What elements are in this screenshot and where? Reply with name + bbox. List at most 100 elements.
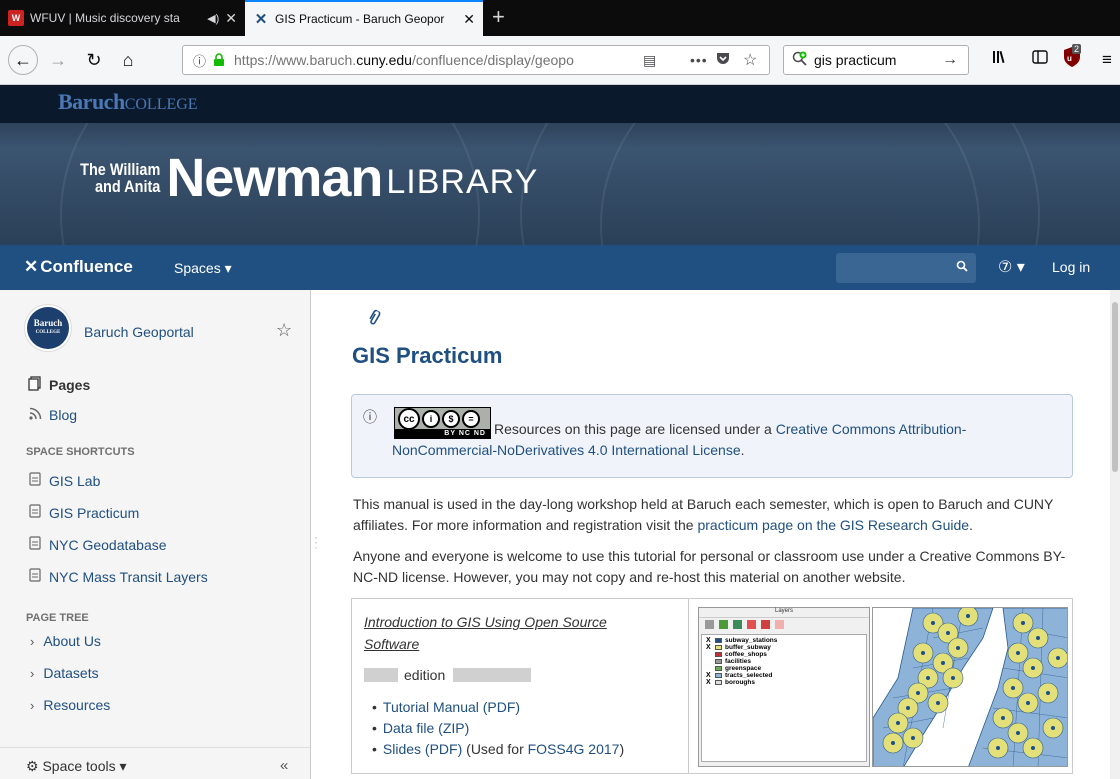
tutorial-title: Introduction to GIS Using Open Source So… [364,614,607,652]
lock-icon[interactable] [212,53,226,67]
reload-button[interactable]: ↻ [82,46,106,74]
info-icon: ⓘ [363,409,377,425]
tree-item-label: Resources [43,697,111,713]
foss4g-link[interactable]: FOSS4G 2017 [528,741,620,757]
page-content: GIS Practicum ⓘ cc i $ = BY NC ND Resour… [311,290,1120,779]
layer-name: greenspace [725,665,762,672]
search-engine-icon[interactable] [792,51,808,70]
bookmark-star-icon[interactable]: ☆ [743,50,757,70]
redacted-text [453,668,532,682]
url-bar[interactable]: ⓘ https://www.baruch.cuny.edu/confluence… [182,45,770,75]
list-item: Tutorial Manual (PDF) [372,697,688,718]
chevron-right-icon[interactable]: › [30,698,34,713]
station-point [1031,666,1035,670]
qgis-layer-row: Xsubway_stations [706,637,862,644]
space-tools-button[interactable]: ⚙ Space tools ▾ [26,758,127,775]
qgis-layer-row: facilities [706,658,862,665]
sidebar-item-gis-lab[interactable]: GIS Lab [26,472,100,489]
layer-checkbox: X [706,637,711,644]
station-point [936,701,940,705]
url-text[interactable]: https://www.baruch.cuny.edu/confluence/d… [234,52,644,68]
new-tab-button[interactable]: + [492,4,505,30]
scrollbar-thumb[interactable] [1112,302,1118,472]
station-point [1021,621,1025,625]
sidebar-item-nyc-geodatabase[interactable]: NYC Geodatabase [26,536,167,553]
ublock-origin-icon[interactable]: u 2 [1062,44,1084,70]
layer-checkbox: X [706,644,711,651]
page-scrollbar[interactable] [1110,290,1120,779]
spaces-menu-button[interactable]: Spaces ▾ [174,260,232,277]
qgis-layer-row: Xboroughs [706,679,862,686]
audio-playing-icon[interactable]: ◀) [207,12,219,25]
station-point [1016,731,1020,735]
tree-item-datasets[interactable]: › Datasets [30,665,99,681]
page-actions-icon[interactable]: ••• [690,52,708,68]
usage-paragraph: Anyone and everyone is welcome to use th… [353,548,1066,585]
tab-gis-practicum[interactable]: ✕ GIS Practicum - Baruch Geopor ✕ [245,0,483,36]
attachment-icon[interactable] [365,309,384,331]
favourite-star-icon[interactable]: ☆ [276,320,292,341]
forward-button[interactable]: → [46,46,70,74]
data-file-link[interactable]: Data file (ZIP) [383,720,469,736]
license-info-panel: ⓘ cc i $ = BY NC ND Resources on this pa… [351,394,1073,478]
search-input[interactable]: gis practicum [814,52,942,68]
page-title: GIS Practicum [352,343,503,368]
qgis-tool-icon [719,620,728,629]
confluence-logo-text: Confluence [40,257,133,276]
pocket-icon[interactable] [716,52,730,68]
hamburger-menu-icon[interactable]: ≡ [1102,50,1112,70]
sidebar-item-pages[interactable]: Pages [26,376,90,394]
license-post: . [740,442,745,458]
space-name-link[interactable]: Baruch Geoportal [84,324,194,340]
tab-close-icon[interactable]: ✕ [225,10,237,27]
search-bar[interactable]: gis practicum → [783,45,969,75]
log-in-link[interactable]: Log in [1052,259,1090,275]
home-button[interactable]: ⌂ [116,46,140,74]
tutorial-manual-link[interactable]: Tutorial Manual (PDF) [383,699,520,715]
station-point [1031,746,1035,750]
sidebar-item-blog[interactable]: Blog [26,407,77,423]
station-point [1016,651,1020,655]
site-info-icon[interactable]: ⓘ [193,51,206,70]
library-icon[interactable] [992,50,1008,68]
tab-title: GIS Practicum - Baruch Geopor [275,12,445,26]
tree-item-about-us[interactable]: › About Us [30,633,101,649]
confluence-logo[interactable]: ✕ Confluence [24,257,133,277]
qgis-panel-title: Layers [699,608,869,618]
layer-name: subway_stations [725,637,778,644]
practicum-page-link[interactable]: practicum page on the GIS Research Guide [697,517,969,533]
slides-link[interactable]: Slides (PDF) [383,741,462,757]
qgis-layer-list: Xsubway_stations Xbuffer_subway coffee_sho… [701,634,867,762]
layer-swatch [715,659,722,664]
tree-item-resources[interactable]: › Resources [30,697,110,713]
filter-icon [733,620,742,629]
station-point [1036,636,1040,640]
tab-wfuv[interactable]: W WFUV | Music discovery sta ◀) ✕ [0,0,245,36]
tab-close-icon[interactable]: ✕ [463,11,475,28]
layer-name: facilities [725,658,752,665]
search-icon[interactable] [956,260,968,275]
sidebar-toggle-icon[interactable] [1032,50,1048,68]
station-point [916,691,920,695]
back-button[interactable]: ← [8,45,38,75]
layer-checkbox: X [706,672,711,679]
collapse-sidebar-button[interactable]: « [280,757,288,774]
sidebar-item-gis-practicum[interactable]: GIS Practicum [26,504,139,521]
chevron-right-icon[interactable]: › [30,634,34,649]
chevron-right-icon[interactable]: › [30,666,34,681]
search-go-icon[interactable]: → [942,51,958,69]
sidebar-item-label: NYC Geodatabase [49,536,167,553]
sidebar-item-label: GIS Practicum [49,504,140,521]
space-avatar[interactable]: Baruch COLLEGE [24,304,72,352]
reader-view-icon[interactable]: ▤ [643,52,656,69]
station-point [921,651,925,655]
confluence-header: ✕ Confluence Spaces ▾ ⑦ ▾ Log in [0,245,1120,290]
sidebar-item-nyc-mass-transit-layers[interactable]: NYC Mass Transit Layers [26,568,208,585]
layer-name: buffer_subway [725,644,771,651]
layer-swatch [715,638,722,643]
ublock-count-badge: 2 [1072,44,1082,54]
help-menu-button[interactable]: ⑦ ▾ [998,257,1025,277]
space-shortcuts-heading: SPACE SHORTCUTS [26,446,135,458]
baruch-college-logo[interactable]: BaruchCOLLEGE [58,89,198,115]
confluence-search-input[interactable] [836,253,976,283]
